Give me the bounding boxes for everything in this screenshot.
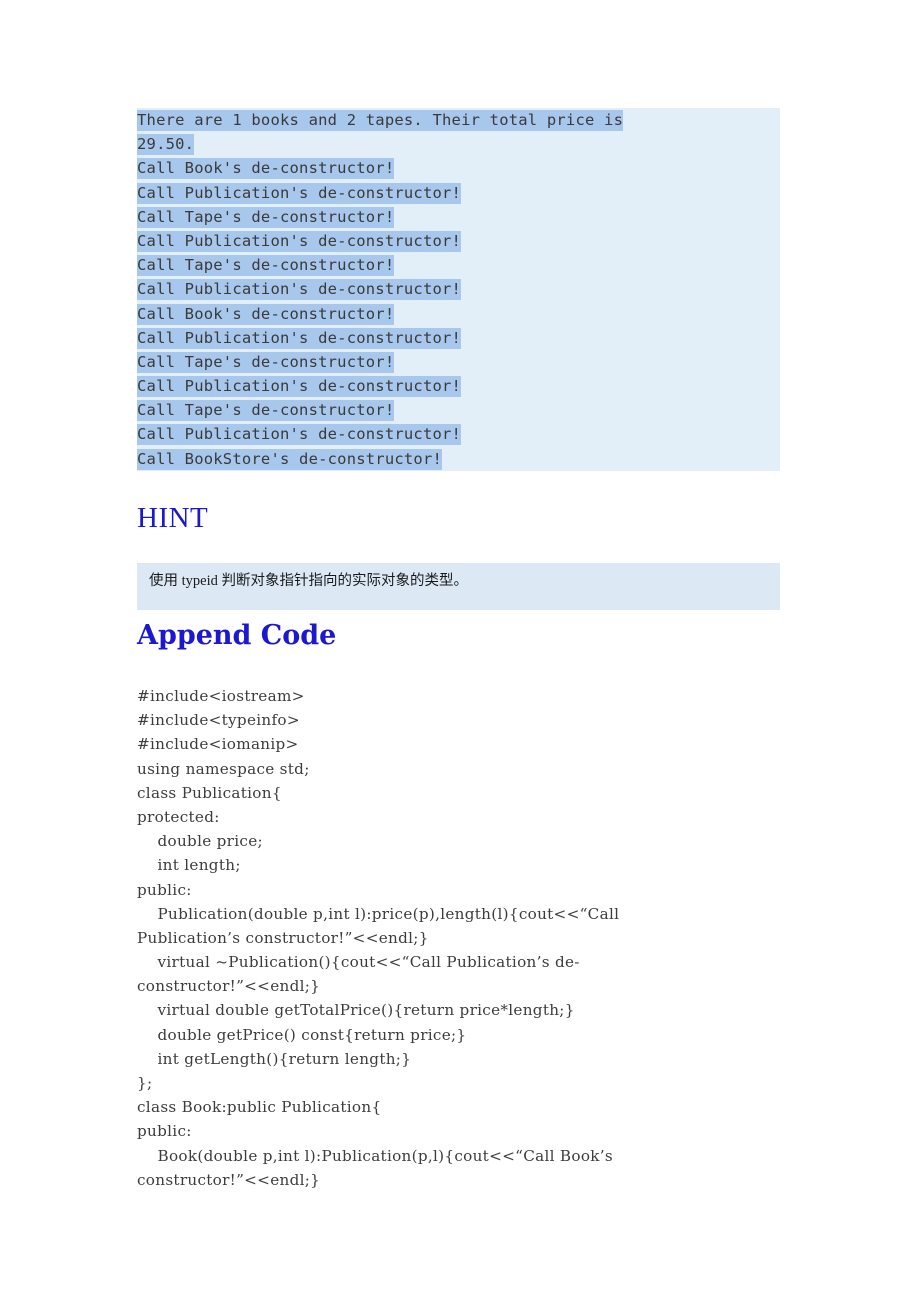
append-code-block: #include<iostream> #include<typeinfo> #inc… <box>137 684 817 1192</box>
selected-text: Call Book's de-constructor! <box>137 303 395 325</box>
output-line: Call Publication's de-constructor! <box>137 229 780 253</box>
code-line: }; <box>137 1074 153 1092</box>
console-output-block: There are 1 books and 2 tapes. Their tot… <box>137 108 780 471</box>
output-line: Call Tape's de-constructor! <box>137 398 780 422</box>
output-line: Call Publication's de-constructor! <box>137 277 780 301</box>
code-line: int length; <box>137 856 241 875</box>
code-line: int getLength(){return length;} <box>137 1049 412 1068</box>
output-line: Call Tape's de-constructor! <box>137 350 780 374</box>
code-line: public: <box>137 1122 192 1141</box>
selected-text: 29.50. <box>137 134 195 156</box>
selected-text: Call Publication's de-constructor! <box>137 279 462 301</box>
hint-heading: HINT <box>137 502 209 534</box>
output-line: Call Publication's de-constructor! <box>137 422 780 446</box>
code-line: constructor!”<<endl;} <box>137 977 321 996</box>
code-line: #include<iostream> <box>137 687 305 705</box>
selected-text: Call Tape's de-constructor! <box>137 206 395 228</box>
code-line: double getPrice() const{return price;} <box>137 1025 467 1044</box>
output-line: Call Book's de-constructor! <box>137 156 780 180</box>
output-line: 29.50. <box>137 132 780 156</box>
code-line: #include<iomanip> <box>137 735 299 754</box>
code-line: class Publication{ <box>137 783 282 802</box>
code-line: Publication(double p,int l):price(p),len… <box>137 904 620 923</box>
selected-text: Call BookStore's de-constructor! <box>137 448 443 470</box>
code-line: Publication’s constructor!”<<endl;} <box>137 928 429 947</box>
output-line: Call Tape's de-constructor! <box>137 205 780 229</box>
append-code-heading: Append Code <box>137 620 337 651</box>
code-line: protected: <box>137 807 220 826</box>
selected-text: Call Publication's de-constructor! <box>137 327 462 349</box>
code-line: public: <box>137 880 192 899</box>
selected-text: Call Book's de-constructor! <box>137 158 395 180</box>
selected-text: Call Tape's de-constructor! <box>137 400 395 422</box>
output-line: Call BookStore's de-constructor! <box>137 447 780 471</box>
selected-text: Call Tape's de-constructor! <box>137 255 395 277</box>
code-line: constructor!”<<endl;} <box>137 1170 321 1189</box>
document-page: There are 1 books and 2 tapes. Their tot… <box>0 0 920 1302</box>
code-line: double price; <box>137 832 263 851</box>
code-line: virtual double getTotalPrice(){return pr… <box>137 1001 575 1020</box>
output-line: Call Publication's de-constructor! <box>137 374 780 398</box>
code-line: Book(double p,int l):Publication(p,l){co… <box>137 1146 613 1165</box>
output-line: Call Publication's de-constructor! <box>137 326 780 350</box>
output-line: Call Tape's de-constructor! <box>137 253 780 277</box>
code-line: using namespace std; <box>137 759 310 778</box>
selected-text: Call Publication's de-constructor! <box>137 376 462 398</box>
output-line: There are 1 books and 2 tapes. Their tot… <box>137 108 780 132</box>
selected-text: Call Tape's de-constructor! <box>137 351 395 373</box>
selected-text: Call Publication's de-constructor! <box>137 424 462 446</box>
selected-text: There are 1 books and 2 tapes. Their tot… <box>137 110 624 131</box>
output-line: Call Book's de-constructor! <box>137 302 780 326</box>
selected-text: Call Publication's de-constructor! <box>137 182 462 204</box>
code-line: #include<typeinfo> <box>137 711 300 730</box>
selected-text: Call Publication's de-constructor! <box>137 230 462 252</box>
hint-callout-box: 使用 typeid 判断对象指针指向的实际对象的类型。 <box>137 563 780 610</box>
output-line: Call Publication's de-constructor! <box>137 181 780 205</box>
hint-body-text: 使用 typeid 判断对象指针指向的实际对象的类型。 <box>149 573 468 589</box>
code-line: class Book:public Publication{ <box>137 1098 382 1117</box>
code-line: virtual ~Publication(){cout<<“Call Publi… <box>137 953 580 972</box>
